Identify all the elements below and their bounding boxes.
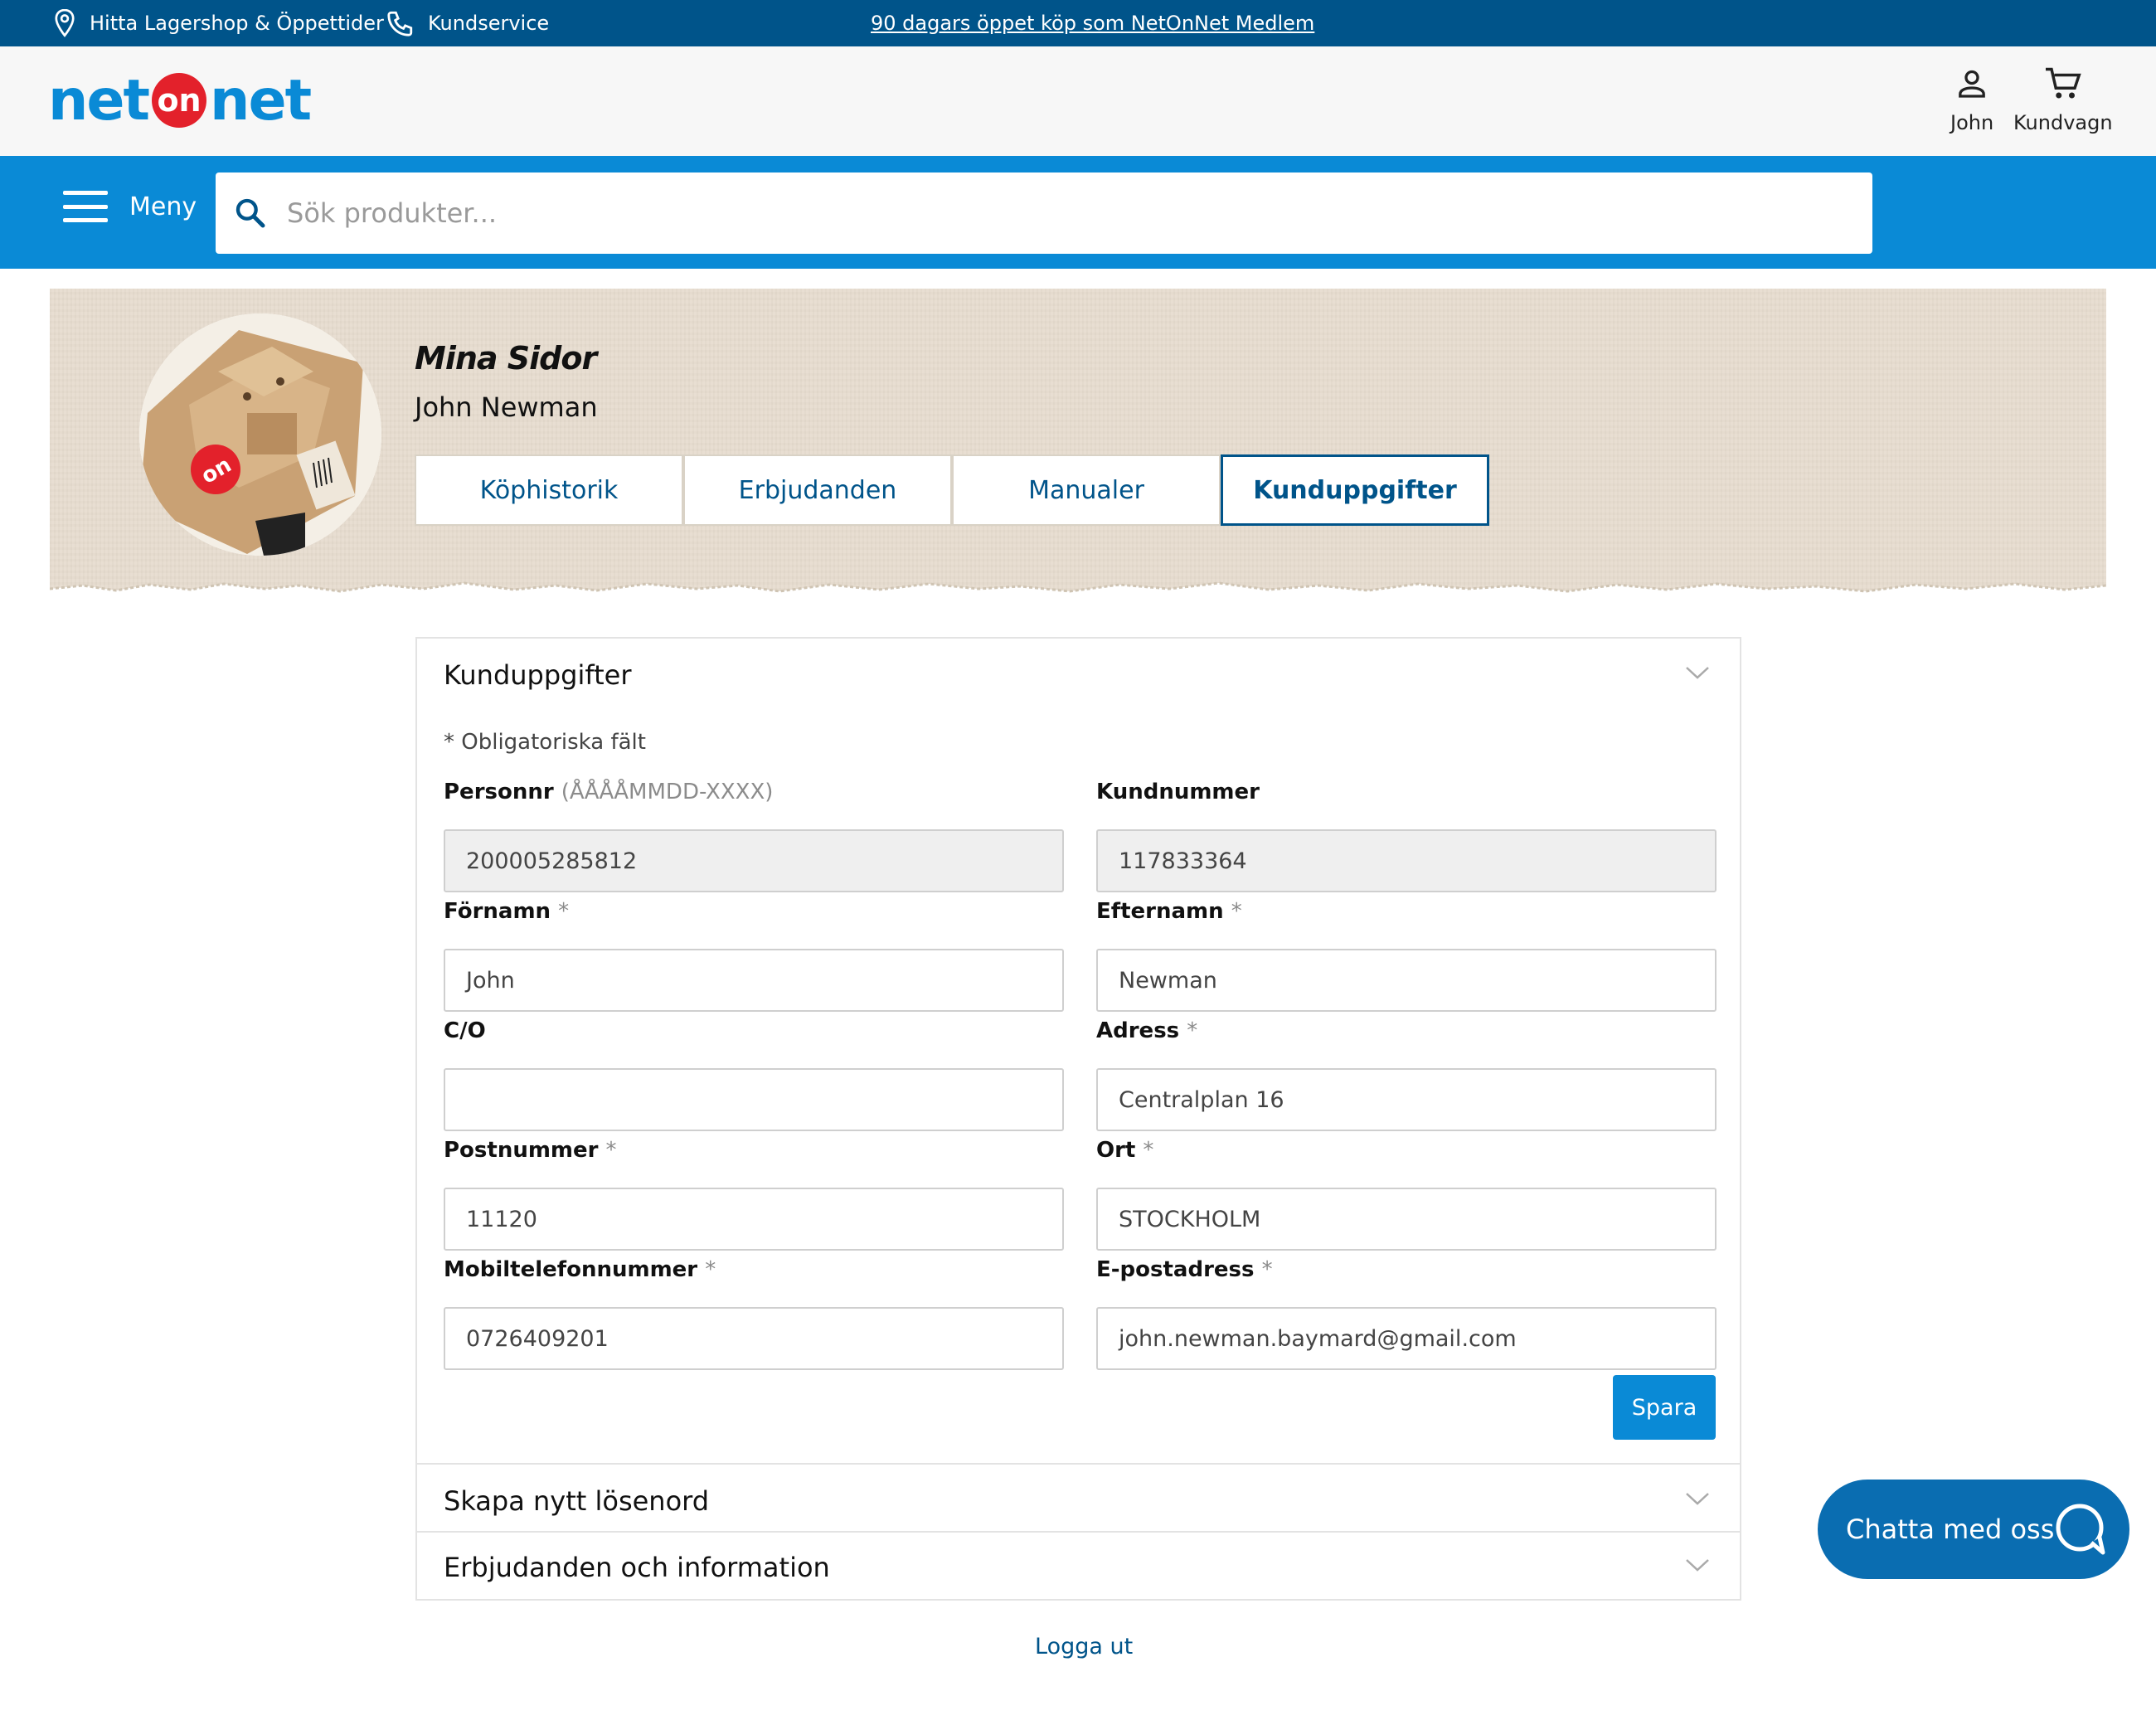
city-label: Ort [1096,1138,1136,1163]
first-name-field: Förnamn * John [444,899,1064,1012]
find-store-label: Hitta Lagershop & Öppettider [90,12,384,35]
personnr-input: 200005285812 [444,829,1064,892]
address-input[interactable]: Centralplan 16 [1096,1068,1717,1131]
personnr-format-hint: (ÅÅÅÅMMDD-XXXX) [561,780,774,804]
account-label: John [1950,111,1994,134]
co-input[interactable] [444,1068,1064,1131]
menu-label: Meny [129,192,197,221]
mobile-field: Mobiltelefonnummer * 0726409201 [444,1257,1064,1370]
chevron-down-icon [1686,667,1709,679]
search-bar[interactable] [216,172,1872,254]
chevron-down-icon [1686,1493,1709,1505]
new-password-header[interactable]: Skapa nytt lösenord [417,1468,1740,1534]
last-name-field: Efternamn * Newman [1096,899,1717,1012]
tab-manuals[interactable]: Manualer [952,454,1221,526]
co-field: C/O [444,1018,1064,1131]
mobile-label: Mobiltelefonnummer [444,1257,698,1282]
cardboard-box-image: on [139,313,381,556]
personnr-field: Personnr (ÅÅÅÅMMDD-XXXX) 200005285812 [444,780,1064,892]
customer-number-input: 117833364 [1096,829,1717,892]
postal-code-field: Postnummer * 11120 [444,1138,1064,1251]
section-divider [417,1463,1740,1465]
phone-icon [387,11,413,36]
page-heading: Mina Sidor [415,340,597,377]
city-input[interactable]: STOCKHOLM [1096,1188,1717,1251]
chevron-down-icon [1686,1559,1709,1572]
city-field: Ort * STOCKHOLM [1096,1138,1717,1251]
customer-number-field: Kundnummer 117833364 [1096,780,1717,892]
customer-service-label: Kundservice [428,12,550,35]
site-header: net on net John Kundvagn [0,46,2156,156]
location-pin-icon [55,9,75,37]
logout-link[interactable]: Logga ut [1035,1634,1133,1659]
save-button[interactable]: Spara [1613,1375,1716,1440]
cart-button[interactable]: Kundvagn [2013,66,2113,134]
membership-promo-link[interactable]: 90 dagars öppet köp som NetOnNet Medlem [871,0,1314,46]
customer-name: John Newman [415,391,598,423]
find-store-link[interactable]: Hitta Lagershop & Öppettider [53,0,384,46]
new-password-title: Skapa nytt lösenord [444,1485,710,1517]
account-button[interactable]: John [1950,66,1993,134]
chat-bubble-icon [2056,1504,2105,1555]
customer-details-title: Kunduppgifter [444,659,632,691]
cart-label: Kundvagn [2013,111,2113,134]
profile-avatar: on [139,313,381,556]
netonnet-logo[interactable]: net on net [48,68,312,134]
tab-customer-details[interactable]: Kunduppgifter [1221,454,1489,526]
customer-service-link[interactable]: Kundservice [386,0,549,46]
tab-purchase-history[interactable]: Köphistorik [415,454,683,526]
main-nav-bar: Meny [0,156,2156,269]
chat-button[interactable]: Chatta med oss [1818,1480,2129,1579]
required-fields-note: * Obligatoriska fält [444,730,646,755]
tab-offers[interactable]: Erbjudanden [683,454,952,526]
user-icon [1959,70,1985,98]
menu-button[interactable]: Meny [63,191,197,222]
first-name-input[interactable]: John [444,949,1064,1012]
postal-code-input[interactable]: 11120 [444,1188,1064,1251]
profile-banner: on Mina Sidor John Newman Köphistorik Er… [50,289,2106,604]
last-name-input[interactable]: Newman [1096,949,1717,1012]
account-panel: Kunduppgifter * Obligatoriska fält Perso… [415,637,1741,1601]
torn-paper-edge [50,581,2106,604]
first-name-label: Förnamn [444,899,551,924]
search-icon[interactable] [234,197,267,230]
email-input[interactable]: john.newman.baymard@gmail.com [1096,1307,1717,1370]
chat-label: Chatta med oss [1846,1514,2055,1545]
address-label: Adress [1096,1018,1180,1043]
last-name-label: Efternamn [1096,899,1224,924]
personnr-label: Personnr [444,780,554,804]
cart-icon [2045,67,2081,99]
email-field: E-postadress * john.newman.baymard@gmail… [1096,1257,1717,1370]
email-label: E-postadress [1096,1257,1255,1282]
mobile-input[interactable]: 0726409201 [444,1307,1064,1370]
address-field: Adress * Centralplan 16 [1096,1018,1717,1131]
customer-number-label: Kundnummer [1096,780,1260,804]
top-utility-bar: Hitta Lagershop & Öppettider Kundservice… [0,0,2156,46]
hamburger-icon [63,191,108,222]
customer-details-header[interactable]: Kunduppgifter [417,642,1740,708]
co-label: C/O [444,1018,486,1043]
offers-info-header[interactable]: Erbjudanden och information [417,1534,1740,1601]
postal-code-label: Postnummer [444,1138,599,1163]
offers-info-title: Erbjudanden och information [444,1552,830,1583]
search-input[interactable] [287,197,1780,229]
profile-tabs: Köphistorik Erbjudanden Manualer Kundupp… [415,454,1489,526]
section-divider [417,1531,1740,1533]
